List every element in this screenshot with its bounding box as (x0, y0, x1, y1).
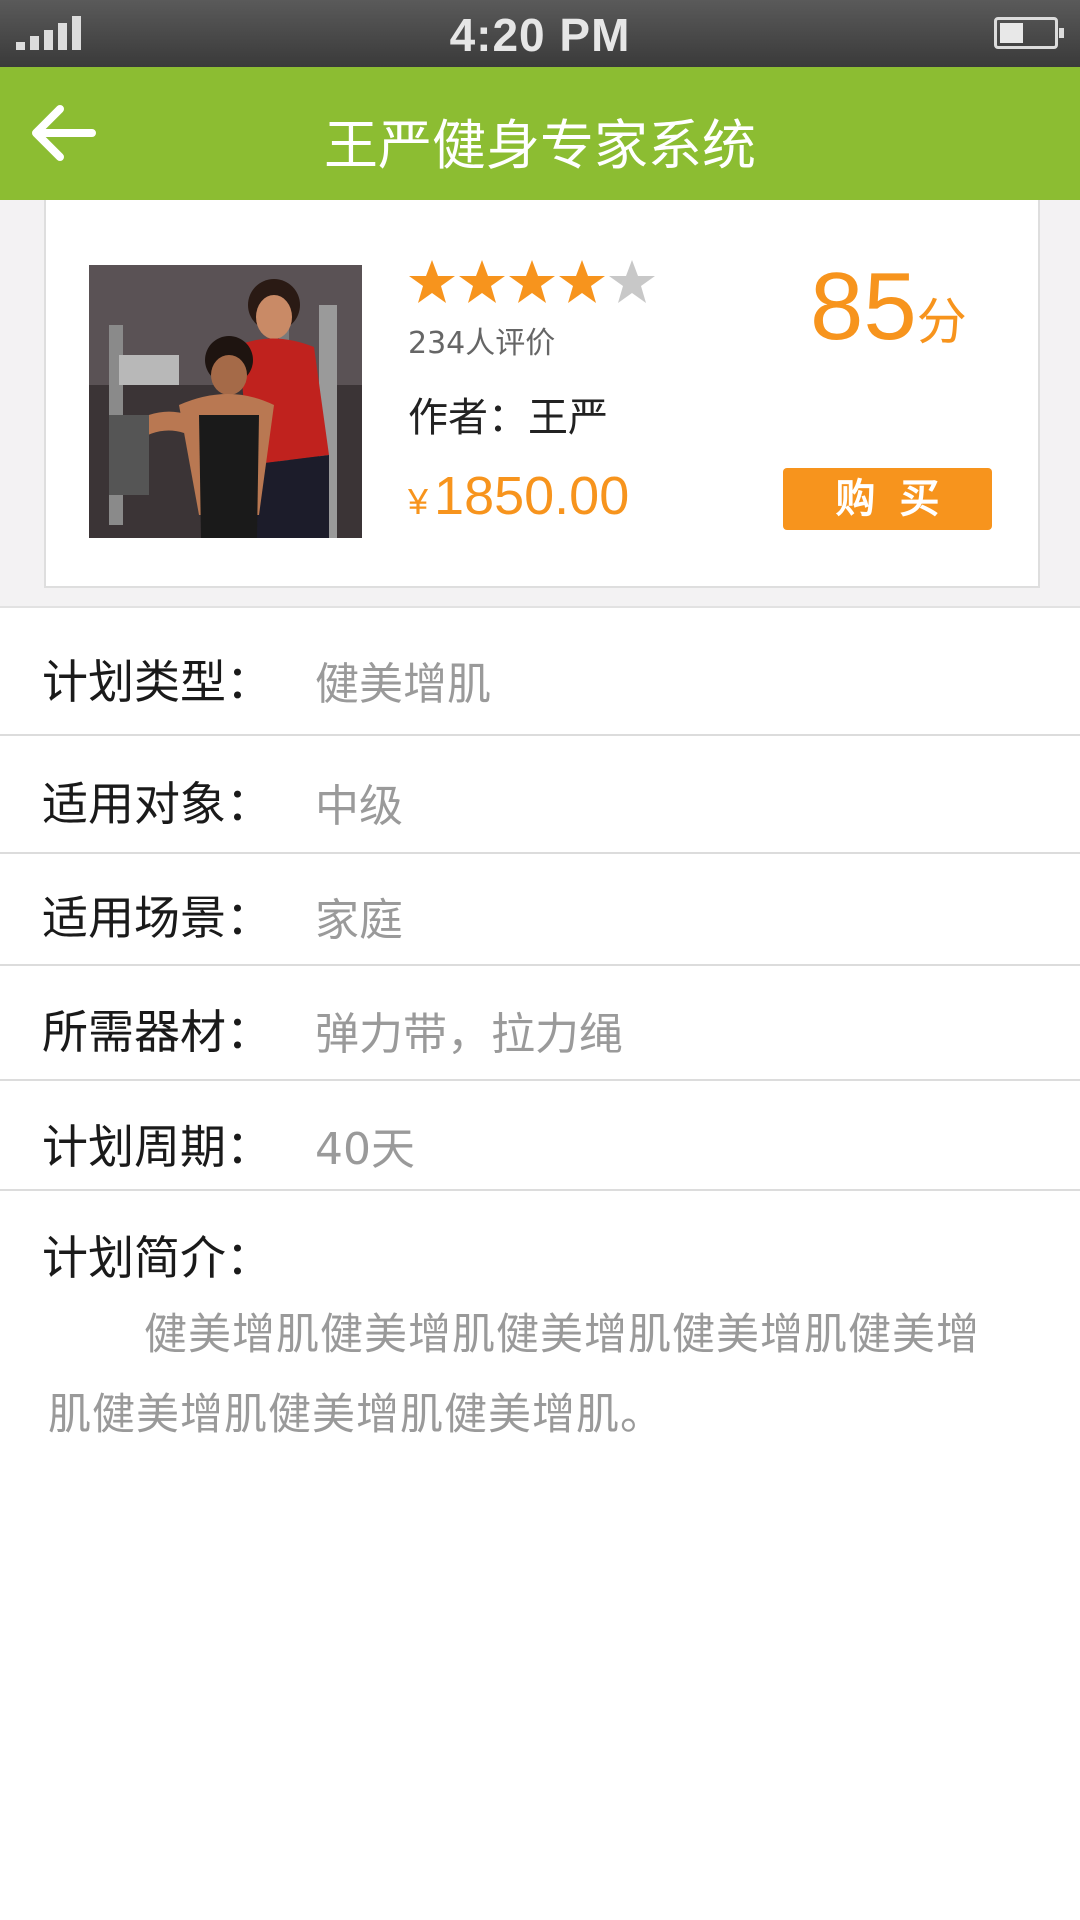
score-value: 85 (810, 253, 917, 360)
detail-value: 40天 (315, 1124, 415, 1175)
score: 85分 (810, 252, 967, 362)
detail-label: 所需器材： (42, 1005, 272, 1059)
buy-button[interactable]: 购买 (783, 468, 992, 530)
nav-bar: 王严健身专家系统 (0, 67, 1080, 200)
review-count: 234人评价 (408, 326, 556, 361)
status-bar: 4:20 PM (0, 0, 1080, 67)
star-filled-icon (459, 260, 505, 303)
star-filled-icon (559, 260, 605, 303)
product-image (89, 265, 362, 538)
detail-value: 健美增肌 (315, 659, 491, 710)
detail-value: 弹力带，拉力绳 (315, 1009, 623, 1060)
score-unit: 分 (916, 293, 967, 351)
detail-row-plan-type: 计划类型： 健美增肌 (0, 610, 1080, 736)
detail-value: 中级 (315, 781, 403, 832)
rating-stars (408, 258, 656, 306)
detail-row-scene: 适用场景： 家庭 (0, 854, 1080, 966)
author-label: 作者：王严 (408, 395, 608, 441)
page-title: 王严健身专家系统 (324, 114, 756, 177)
detail-label: 适用对象： (42, 777, 272, 831)
description-label: 计划简介： (42, 1231, 272, 1285)
star-filled-icon (509, 260, 555, 303)
detail-value: 家庭 (315, 895, 403, 946)
detail-label: 计划类型： (42, 655, 272, 709)
detail-label: 计划周期： (42, 1120, 272, 1174)
status-time: 4:20 PM (449, 9, 631, 61)
star-empty-icon (609, 260, 655, 303)
detail-label: 适用场景： (42, 891, 272, 945)
product-card-area: 234人评价 作者：王严 ¥1850.00 85分 购买 (0, 200, 1080, 608)
description-text: 健美增肌健美增肌健美增肌健美增肌健美增肌健美增肌健美增肌健美增肌。 (48, 1310, 980, 1440)
star-filled-icon (409, 260, 455, 303)
price-value: 1850.00 (434, 466, 630, 526)
product-card: 234人评价 作者：王严 ¥1850.00 85分 购买 (44, 200, 1040, 588)
price: ¥1850.00 (408, 465, 629, 527)
battery-icon (994, 17, 1064, 49)
detail-row-target: 适用对象： 中级 (0, 736, 1080, 854)
detail-row-duration: 计划周期： 40天 (0, 1081, 1080, 1191)
currency-symbol: ¥ (408, 481, 429, 522)
detail-row-equipment: 所需器材： 弹力带，拉力绳 (0, 966, 1080, 1081)
